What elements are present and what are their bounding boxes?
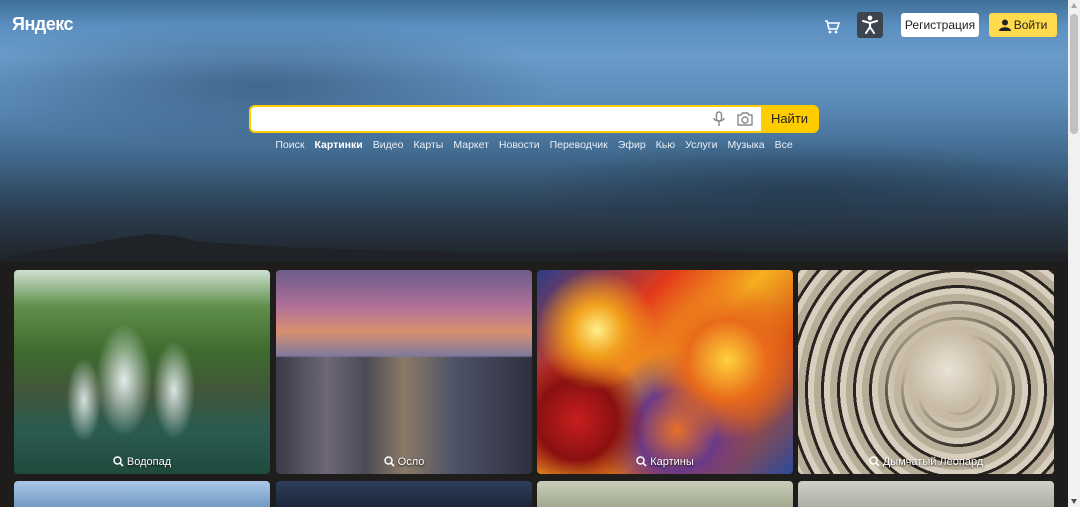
scrollbar-thumb[interactable] — [1070, 14, 1078, 134]
service-link-translate[interactable]: Переводчик — [550, 139, 608, 151]
register-button[interactable]: Регистрация — [901, 13, 979, 37]
search-icon — [636, 456, 647, 467]
accessibility-icon — [862, 15, 878, 34]
tile-caption: Водопад — [14, 456, 270, 468]
hills-silhouette — [0, 234, 1068, 262]
accessibility-button[interactable] — [857, 12, 883, 38]
tile-caption-text: Картины — [650, 456, 694, 468]
login-button[interactable]: Войти — [989, 13, 1057, 37]
service-link-market[interactable]: Маркет — [453, 139, 489, 151]
service-link-images[interactable]: Картинки — [314, 139, 362, 151]
service-link-all[interactable]: Все — [775, 139, 793, 151]
service-link-video[interactable]: Видео — [373, 139, 404, 151]
image-tile-partial[interactable] — [537, 481, 793, 507]
image-tile-partial[interactable] — [14, 481, 270, 507]
login-label: Войти — [1013, 18, 1048, 32]
mic-icon[interactable] — [712, 111, 726, 127]
image-tile-waterfall[interactable]: Водопад — [14, 270, 270, 474]
image-tile-clouded-leopard[interactable]: Дымчатый Леопард — [798, 270, 1054, 474]
service-link-news[interactable]: Новости — [499, 139, 540, 151]
search-input[interactable] — [251, 107, 761, 131]
cart-icon — [825, 20, 841, 34]
image-tile-paintings[interactable]: Картины — [537, 270, 793, 474]
tile-caption: Осло — [276, 456, 532, 468]
yandex-logo[interactable]: Яндекс — [12, 14, 74, 35]
service-link-music[interactable]: Музыка — [727, 139, 764, 151]
tile-caption-text: Водопад — [126, 456, 172, 468]
tile-caption-text: Дымчатый Леопард — [882, 456, 984, 468]
cart-button[interactable] — [824, 15, 848, 37]
service-link-services[interactable]: Услуги — [685, 139, 717, 151]
service-link-maps[interactable]: Карты — [413, 139, 443, 151]
service-link-search[interactable]: Поиск — [275, 139, 304, 151]
service-link-efir[interactable]: Эфир — [618, 139, 646, 151]
image-tile-partial[interactable] — [798, 481, 1054, 507]
tile-caption: Дымчатый Леопард — [798, 456, 1054, 468]
search-icon — [113, 456, 124, 467]
search-button[interactable]: Найти — [762, 107, 817, 131]
services-nav: Поиск Картинки Видео Карты Маркет Новост… — [0, 139, 1068, 151]
tile-caption-text: Осло — [397, 456, 425, 468]
image-tile-oslo[interactable]: Осло — [276, 270, 532, 474]
vertical-scrollbar[interactable] — [1068, 0, 1080, 507]
search-icon — [383, 456, 395, 467]
search-icon — [869, 456, 880, 467]
service-link-q[interactable]: Кью — [656, 139, 675, 151]
image-tile-partial[interactable] — [276, 481, 532, 507]
camera-icon[interactable] — [736, 111, 754, 127]
user-icon — [998, 19, 1011, 31]
search-bar: Найти — [249, 105, 819, 133]
scroll-down-arrow-icon[interactable] — [1071, 499, 1077, 504]
tile-caption: Картины — [537, 456, 793, 468]
scroll-up-arrow-icon[interactable] — [1071, 3, 1077, 8]
